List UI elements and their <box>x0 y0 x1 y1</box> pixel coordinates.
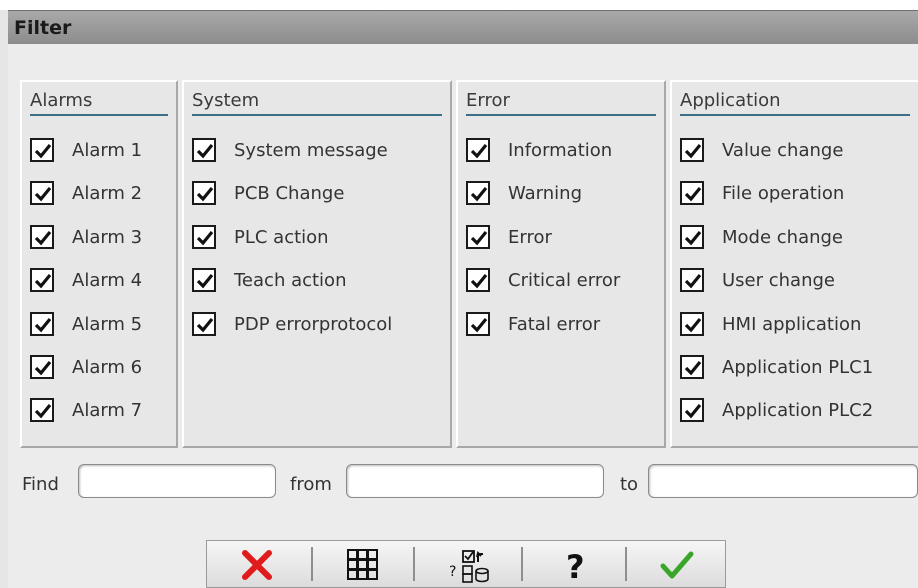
alarms-panel: Alarms Alarm 1 Alarm 2 Alarm 3 Alarm 4 A… <box>20 80 178 448</box>
grid-icon <box>347 549 378 580</box>
checkbox-label: Alarm 5 <box>72 314 143 335</box>
help-icon: ? <box>566 548 585 584</box>
checkbox-checked-icon[interactable] <box>680 225 704 249</box>
panel-title: Alarms <box>30 90 93 111</box>
checkbox-label: Value change <box>722 140 844 161</box>
checkbox-checked-icon[interactable] <box>192 268 216 292</box>
checkbox-label: PLC action <box>234 227 329 248</box>
checkbox-label: File operation <box>722 183 845 204</box>
checkbox-checked-icon[interactable] <box>680 355 704 379</box>
checkbox-checked-icon[interactable] <box>466 268 490 292</box>
checkbox-label: Alarm 7 <box>72 400 143 421</box>
checkbox-checked-icon[interactable] <box>680 398 704 422</box>
ok-button[interactable] <box>627 541 727 587</box>
panel-divider <box>192 114 442 116</box>
from-input[interactable] <box>346 464 604 498</box>
find-label: Find <box>22 474 59 495</box>
checkbox-checked-icon[interactable] <box>30 181 54 205</box>
svg-text:?: ? <box>566 548 585 584</box>
checkbox-checked-icon[interactable] <box>30 225 54 249</box>
from-label: from <box>290 474 332 495</box>
checkbox-label: Alarm 2 <box>72 183 143 204</box>
title-bar: Filter <box>8 10 918 44</box>
system-panel: System System message PCB Change PLC act… <box>182 80 452 448</box>
error-panel: Error Information Warning Error Critical… <box>456 80 666 448</box>
to-input[interactable] <box>648 464 918 498</box>
checkbox-checked-icon[interactable] <box>680 138 704 162</box>
svg-text:?: ? <box>449 564 456 580</box>
checkbox-label: Alarm 3 <box>72 227 143 248</box>
checkbox-checked-icon[interactable] <box>680 181 704 205</box>
filter-config-button[interactable]: ? <box>417 541 517 587</box>
checkbox-label: Critical error <box>508 270 621 291</box>
ok-check-icon <box>660 551 694 579</box>
checkbox-label: Information <box>508 140 613 161</box>
checkbox-checked-icon[interactable] <box>466 225 490 249</box>
checkbox-checked-icon[interactable] <box>466 138 490 162</box>
checkbox-checked-icon[interactable] <box>30 398 54 422</box>
checkbox-label: Application PLC2 <box>722 400 874 421</box>
checkbox-checked-icon[interactable] <box>680 268 704 292</box>
checkbox-label: Error <box>508 227 552 248</box>
checkbox-label: PDP errorprotocol <box>234 314 393 335</box>
checkbox-label: Fatal error <box>508 314 601 335</box>
checkbox-label: PCB Change <box>234 183 345 204</box>
checkbox-checked-icon[interactable] <box>30 355 54 379</box>
panel-divider <box>680 114 910 116</box>
table-view-button[interactable] <box>313 541 413 587</box>
checkbox-label: Application PLC1 <box>722 357 874 378</box>
checkbox-checked-icon[interactable] <box>30 268 54 292</box>
cancel-icon <box>242 550 272 580</box>
checkbox-checked-icon[interactable] <box>192 225 216 249</box>
to-label: to <box>620 474 639 495</box>
application-panel: Application Value change File operation … <box>670 80 918 448</box>
checkbox-label: Alarm 6 <box>72 357 143 378</box>
checkbox-label: Warning <box>508 183 583 204</box>
checkbox-checked-icon[interactable] <box>680 312 704 336</box>
checkbox-checked-icon[interactable] <box>466 312 490 336</box>
left-edge <box>0 10 8 588</box>
window-title: Filter <box>14 17 72 39</box>
top-border <box>0 0 918 10</box>
bottom-toolbar: ? ? <box>206 540 726 588</box>
panel-divider <box>466 114 656 116</box>
checkbox-label: Alarm 1 <box>72 140 143 161</box>
checkbox-checked-icon[interactable] <box>466 181 490 205</box>
checkbox-label: HMI application <box>722 314 862 335</box>
checkbox-label: User change <box>722 270 835 291</box>
panel-title: Application <box>680 90 781 111</box>
filter-content: Alarms Alarm 1 Alarm 2 Alarm 3 Alarm 4 A… <box>8 44 918 588</box>
checkbox-checked-icon[interactable] <box>192 312 216 336</box>
toolbar-separator <box>413 547 415 581</box>
help-button[interactable]: ? <box>525 541 625 587</box>
checkbox-checked-icon[interactable] <box>30 138 54 162</box>
checkbox-label: Teach action <box>234 270 347 291</box>
panel-title: System <box>192 90 260 111</box>
filter-config-icon: ? <box>449 550 489 583</box>
panel-title: Error <box>466 90 510 111</box>
cancel-button[interactable] <box>207 541 307 587</box>
checkbox-label: System message <box>234 140 388 161</box>
panel-divider <box>30 114 168 116</box>
checkbox-checked-icon[interactable] <box>192 181 216 205</box>
checkbox-checked-icon[interactable] <box>30 312 54 336</box>
find-input[interactable] <box>78 464 276 498</box>
checkbox-checked-icon[interactable] <box>192 138 216 162</box>
checkbox-label: Mode change <box>722 227 844 248</box>
checkbox-label: Alarm 4 <box>72 270 143 291</box>
find-row: Find from to <box>8 464 918 504</box>
toolbar-separator <box>521 547 523 581</box>
